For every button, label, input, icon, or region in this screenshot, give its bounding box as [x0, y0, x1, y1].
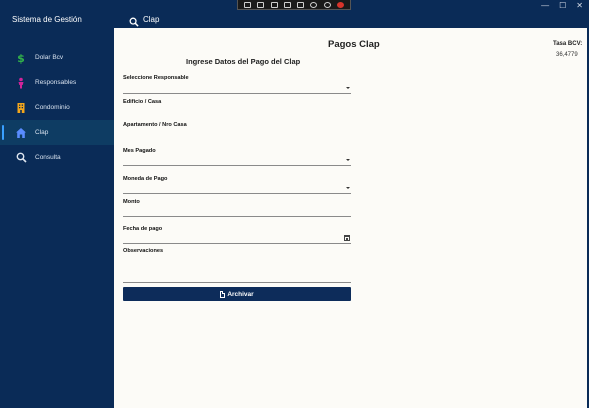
person-icon	[14, 76, 28, 89]
sidebar-item-label: Clap	[35, 129, 49, 136]
dollar-icon: $	[14, 51, 28, 64]
debug-toolbar[interactable]	[237, 0, 351, 10]
toolbar-stop-icon[interactable]	[336, 1, 344, 8]
mes-select[interactable]	[123, 165, 351, 166]
moneda-label: Moneda de Pago	[123, 176, 168, 182]
minimize-button[interactable]: —	[541, 0, 549, 11]
page-header: Clap	[114, 11, 589, 28]
document-icon	[220, 290, 226, 298]
sidebar-item-label: Consulta	[35, 154, 61, 161]
chevron-down-icon[interactable]	[346, 187, 350, 189]
sidebar-item-clap[interactable]: Clap	[0, 120, 114, 145]
chevron-down-icon[interactable]	[346, 159, 350, 161]
home-icon	[14, 126, 28, 139]
search-icon	[14, 151, 28, 164]
window-controls: — ☐ ✕	[541, 0, 583, 11]
observaciones-label: Observaciones	[123, 248, 164, 254]
edificio-label: Edificio / Casa	[123, 99, 162, 105]
toolbar-video-icon[interactable]	[257, 1, 265, 8]
monto-input[interactable]	[123, 216, 351, 217]
maximize-button[interactable]: ☐	[559, 0, 566, 11]
sidebar-item-condominio[interactable]: Condominio	[0, 95, 114, 120]
tasa-bcv-label: Tasa BCV:	[553, 41, 583, 47]
fecha-input[interactable]	[123, 243, 351, 244]
toolbar-hotreload-icon[interactable]	[297, 1, 305, 8]
monto-label: Monto	[123, 199, 140, 205]
toolbar-select-icon[interactable]	[244, 1, 252, 8]
chevron-down-icon[interactable]	[346, 87, 350, 89]
calendar-icon[interactable]	[344, 235, 350, 241]
building-icon	[14, 101, 28, 114]
sidebar: Sistema de Gestión $ Dolar Bcv Responsab…	[0, 0, 114, 408]
apartamento-label: Apartamento / Nro Casa	[123, 122, 187, 128]
app-title: Sistema de Gestión	[12, 15, 82, 24]
close-button[interactable]: ✕	[576, 0, 583, 11]
responsable-select[interactable]	[123, 93, 351, 94]
fecha-label: Fecha de pago	[123, 226, 163, 232]
tasa-bcv-value: 36,4779	[556, 52, 578, 58]
svg-text:$: $	[17, 52, 25, 64]
mes-label: Mes Pagado	[123, 148, 156, 154]
sidebar-item-consulta[interactable]: Consulta	[0, 145, 114, 170]
moneda-select[interactable]	[123, 193, 351, 194]
observaciones-input[interactable]	[123, 282, 351, 283]
sidebar-item-label: Dolar Bcv	[35, 54, 64, 61]
toolbar-pause-icon[interactable]	[310, 1, 318, 8]
responsable-label: Seleccione Responsable	[123, 75, 189, 81]
page-title: Pagos Clap	[328, 39, 380, 50]
sidebar-item-dolar-bcv[interactable]: $ Dolar Bcv	[0, 45, 114, 70]
toolbar-frame-icon[interactable]	[283, 1, 291, 8]
archive-button-label: Archivar	[227, 290, 254, 298]
main-content: Pagos Clap Tasa BCV: 36,4779 Ingrese Dat…	[114, 28, 587, 408]
form-title: Ingrese Datos del Pago del Clap	[186, 57, 301, 66]
sidebar-item-label: Condominio	[35, 104, 70, 111]
header-title: Clap	[143, 15, 160, 24]
toolbar-info-icon[interactable]	[323, 1, 331, 8]
sidebar-item-label: Responsables	[35, 79, 77, 86]
toolbar-layout-icon[interactable]	[270, 1, 278, 8]
sidebar-nav: $ Dolar Bcv Responsables Condominio Clap	[0, 45, 114, 170]
sidebar-item-responsables[interactable]: Responsables	[0, 70, 114, 95]
archive-button[interactable]: Archivar	[123, 287, 351, 301]
